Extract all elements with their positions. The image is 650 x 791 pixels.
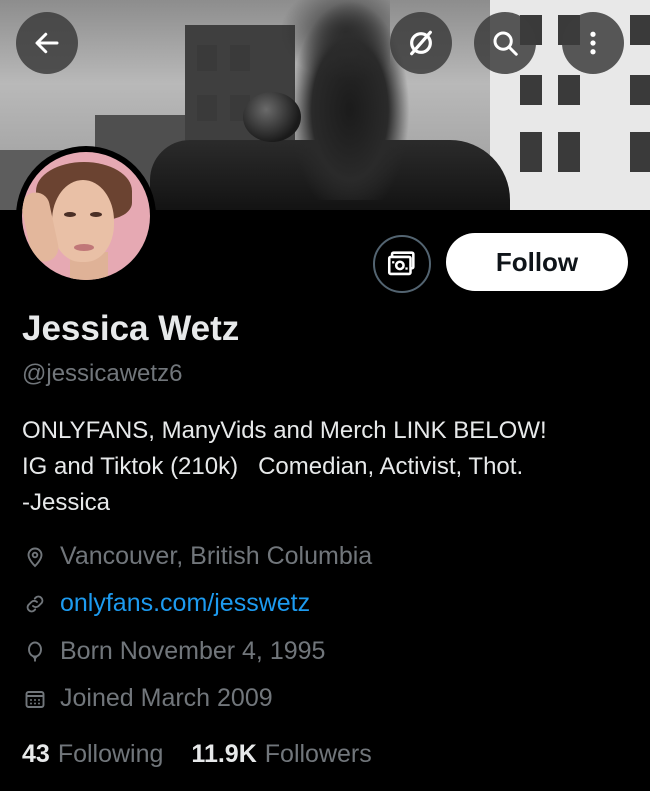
profile-website: onlyfans.com/jesswetz: [22, 589, 310, 618]
following-link[interactable]: 43 Following: [22, 740, 163, 769]
banner-helmet: [243, 92, 301, 142]
followers-link[interactable]: 11.9K Followers: [191, 740, 371, 769]
profile-joined: Joined March 2009: [22, 684, 273, 713]
profile-bio: ONLYFANS, ManyVids and Merch LINK BELOW!…: [22, 413, 632, 521]
search-icon: [493, 31, 518, 56]
follow-stats: 43 Following 11.9K Followers: [22, 740, 372, 769]
link-icon: [22, 591, 48, 617]
joined-text: Joined March 2009: [60, 684, 273, 712]
more-button[interactable]: [562, 12, 624, 74]
follow-button[interactable]: Follow: [446, 233, 628, 291]
following-label: Following: [57, 740, 164, 768]
avatar-photo: [22, 152, 150, 280]
profile-handle: @jessicawetz6: [22, 360, 183, 387]
birthday-text: Born November 4, 1995: [60, 637, 326, 665]
balloon-icon: [22, 639, 48, 665]
calendar-icon: [22, 686, 48, 712]
website-link[interactable]: onlyfans.com/jesswetz: [60, 589, 310, 618]
profile-name: Jessica Wetz: [22, 309, 240, 348]
profile-birthday: Born November 4, 1995: [22, 637, 325, 666]
more-vertical-icon: [590, 31, 596, 55]
slashed-circle-icon: [410, 30, 432, 56]
bio-line: ONLYFANS, ManyVids and Merch LINK BELOW!: [22, 417, 547, 444]
bio-line: -Jessica: [22, 489, 111, 516]
arrow-left-icon: [35, 32, 59, 54]
search-button[interactable]: [474, 12, 536, 74]
location-text: Vancouver, British Columbia: [60, 542, 373, 570]
avatar[interactable]: [16, 146, 156, 286]
followers-count: 11.9K: [191, 740, 257, 768]
subscribe-button[interactable]: [373, 235, 431, 293]
bio-line: IG and Tiktok (210k) Comedian, Activist,…: [22, 453, 524, 480]
location-pin-icon: [22, 544, 48, 570]
grok-button[interactable]: [390, 12, 452, 74]
money-ticket-icon: [387, 251, 415, 276]
followers-label: Followers: [264, 740, 372, 768]
following-count: 43: [22, 740, 50, 768]
banner-hair: [280, 0, 390, 80]
back-button[interactable]: [16, 12, 78, 74]
profile-location: Vancouver, British Columbia: [22, 542, 372, 571]
